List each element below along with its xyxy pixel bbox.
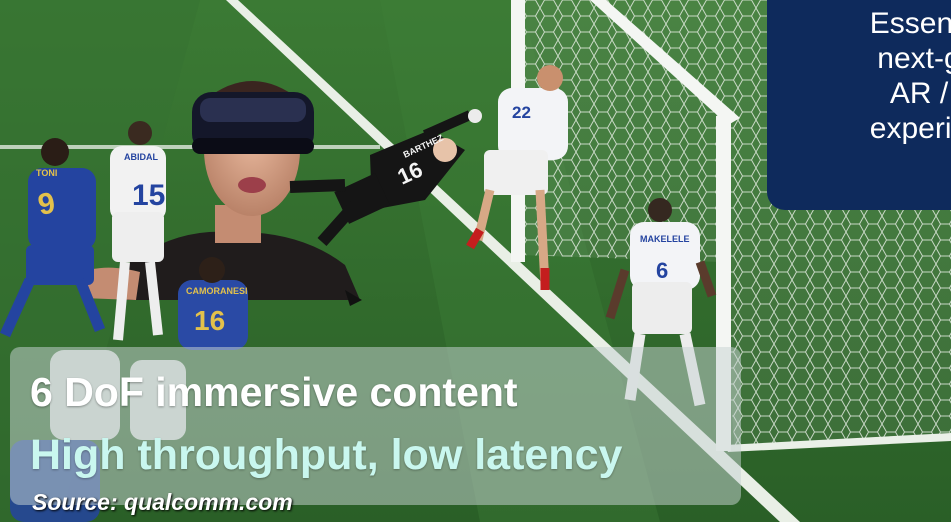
callout-box: Essenti next-g AR / experie [767, 0, 951, 210]
callout-text: Essenti next-g AR / experie [869, 7, 951, 145]
headline: 6 DoF immersive content [30, 369, 518, 415]
source-credit: Source: qualcomm.com [32, 489, 293, 515]
vr-headset-icon [192, 92, 314, 154]
svg-text:6: 6 [656, 258, 668, 283]
svg-text:TONI: TONI [36, 168, 57, 178]
svg-text:CAMORANESI: CAMORANESI [186, 286, 248, 296]
caption-panel: 6 DoF immersive content High throughput,… [10, 347, 741, 505]
svg-text:15: 15 [132, 179, 165, 212]
svg-text:ABIDAL: ABIDAL [124, 152, 158, 162]
svg-text:16: 16 [194, 305, 225, 336]
svg-text:MAKELELE: MAKELELE [640, 234, 690, 244]
svg-text:22: 22 [512, 103, 531, 122]
subline: High throughput, low latency [30, 431, 623, 479]
